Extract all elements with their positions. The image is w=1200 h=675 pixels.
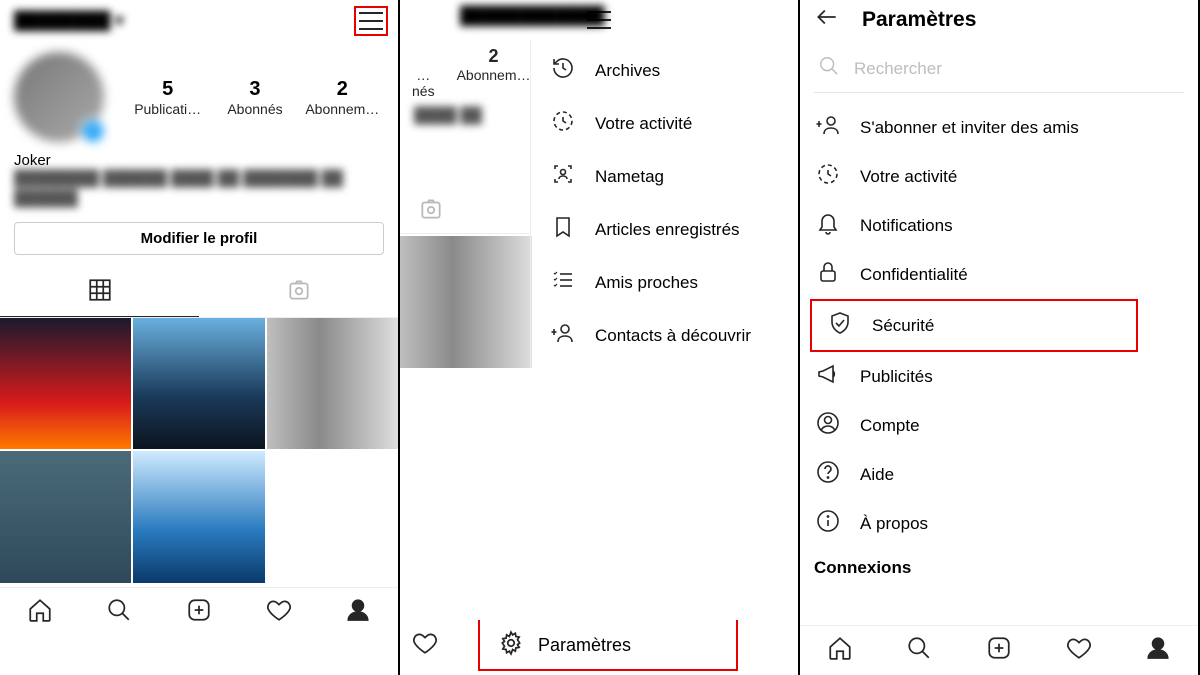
nav-activity[interactable]	[412, 630, 438, 661]
photo-grid	[0, 318, 398, 583]
photo-thumb[interactable]	[133, 318, 264, 449]
tab-grid[interactable]	[0, 269, 199, 317]
nav-profile[interactable]	[1143, 635, 1173, 666]
discover-people-icon	[549, 321, 577, 350]
close-friends-icon	[549, 268, 577, 297]
settings-security[interactable]: Sécurité	[810, 299, 1138, 352]
partial-stats: …nés 2Abonnem…	[400, 40, 530, 103]
photo-thumb[interactable]	[0, 451, 131, 582]
photo-thumb[interactable]	[133, 451, 264, 582]
profile-screen: ████████ ▾ + 5 Publicati… 3 Abonnés 2 Ab…	[0, 0, 400, 675]
nav-home[interactable]	[825, 635, 855, 666]
photo-thumb[interactable]	[267, 318, 398, 449]
nav-search[interactable]	[104, 597, 134, 628]
drawer-header: ████████████	[400, 0, 798, 40]
settings-search[interactable]: Rechercher	[814, 49, 1184, 93]
settings-privacy[interactable]: Confidentialité	[800, 250, 1198, 299]
menu-discover[interactable]: Contacts à découvrir	[531, 309, 798, 362]
photo-thumb-empty	[267, 451, 398, 582]
partial-bio: ████ ██	[400, 103, 530, 130]
megaphone-icon	[814, 362, 842, 391]
menu-saved[interactable]: Articles enregistrés	[531, 203, 798, 256]
archive-icon	[549, 56, 577, 85]
username-label: ████████ ▾	[14, 11, 124, 30]
settings-notifications[interactable]: Notifications	[800, 201, 1198, 250]
stat-followers[interactable]: 3 Abonnés	[211, 78, 298, 117]
avatar[interactable]: +	[14, 52, 104, 142]
bottom-nav	[800, 625, 1198, 675]
display-name: Joker	[14, 152, 384, 169]
settings-list: S'abonner et inviter des amis Votre acti…	[800, 101, 1198, 588]
nav-add[interactable]	[984, 635, 1014, 666]
menu-archives[interactable]: Archives	[531, 44, 798, 97]
bio-text: ████████ ██████ ████ ██ ███████ ██ █████…	[14, 169, 384, 208]
settings-screen: Paramètres Rechercher S'abonner et invit…	[800, 0, 1200, 675]
stat-following[interactable]: 2 Abonnem…	[299, 78, 386, 117]
settings-account[interactable]: Compte	[800, 401, 1198, 450]
grid-icon	[87, 277, 113, 303]
partial-tagged-tab[interactable]	[400, 186, 530, 234]
edit-profile-button[interactable]: Modifier le profil	[14, 222, 384, 255]
profile-header: ████████ ▾	[0, 0, 398, 42]
nav-home[interactable]	[25, 597, 55, 628]
activity-icon	[814, 162, 842, 191]
stat-posts[interactable]: 5 Publicati…	[124, 78, 211, 117]
settings-ads[interactable]: Publicités	[800, 352, 1198, 401]
tagged-icon	[286, 277, 312, 303]
nametag-icon	[549, 162, 577, 191]
search-icon	[818, 55, 840, 82]
nav-activity[interactable]	[1064, 635, 1094, 666]
bell-icon	[814, 211, 842, 240]
activity-icon	[549, 109, 577, 138]
hamburger-menu-button[interactable]	[354, 6, 388, 36]
info-icon	[814, 509, 842, 538]
nav-profile[interactable]	[343, 597, 373, 628]
search-placeholder: Rechercher	[854, 59, 942, 79]
settings-follow-invite[interactable]: S'abonner et inviter des amis	[800, 103, 1198, 152]
lock-icon	[814, 260, 842, 289]
settings-activity[interactable]: Votre activité	[800, 152, 1198, 201]
profile-stats-row: + 5 Publicati… 3 Abonnés 2 Abonnem…	[0, 42, 398, 146]
settings-help[interactable]: Aide	[800, 450, 1198, 499]
settings-header: Paramètres	[800, 0, 1198, 45]
shield-icon	[826, 311, 854, 340]
help-icon	[814, 460, 842, 489]
back-button[interactable]	[814, 4, 840, 35]
username-dropdown[interactable]: ████████ ▾	[14, 11, 124, 31]
account-icon	[814, 411, 842, 440]
add-story-badge[interactable]: +	[80, 118, 106, 144]
settings-title: Paramètres	[862, 8, 976, 32]
tab-tagged[interactable]	[199, 269, 398, 317]
menu-settings[interactable]: Paramètres	[478, 620, 738, 671]
bottom-nav	[0, 587, 398, 637]
nav-search[interactable]	[904, 635, 934, 666]
partial-thumb[interactable]	[400, 236, 532, 368]
menu-nametag[interactable]: Nametag	[531, 150, 798, 203]
menu-activity[interactable]: Votre activité	[531, 97, 798, 150]
menu-close-friends[interactable]: Amis proches	[531, 256, 798, 309]
nav-add[interactable]	[184, 597, 214, 628]
gear-icon	[498, 630, 524, 661]
profile-tabs	[0, 269, 398, 318]
menu-drawer-screen: ████████████ …nés 2Abonnem… ████ ██ Arch…	[400, 0, 800, 675]
bookmark-icon	[549, 215, 577, 244]
drawer-menu: Archives Votre activité Nametag Articles…	[530, 40, 798, 368]
nav-activity[interactable]	[264, 597, 294, 628]
drawer-bottom: Paramètres	[400, 620, 798, 675]
add-user-icon	[814, 113, 842, 142]
settings-about[interactable]: À propos	[800, 499, 1198, 548]
drawer-username: ████████████	[460, 6, 605, 26]
bio-block: Joker ████████ ██████ ████ ██ ███████ ██…	[0, 146, 398, 218]
photo-thumb[interactable]	[0, 318, 131, 449]
settings-section-connections: Connexions	[800, 548, 1198, 588]
